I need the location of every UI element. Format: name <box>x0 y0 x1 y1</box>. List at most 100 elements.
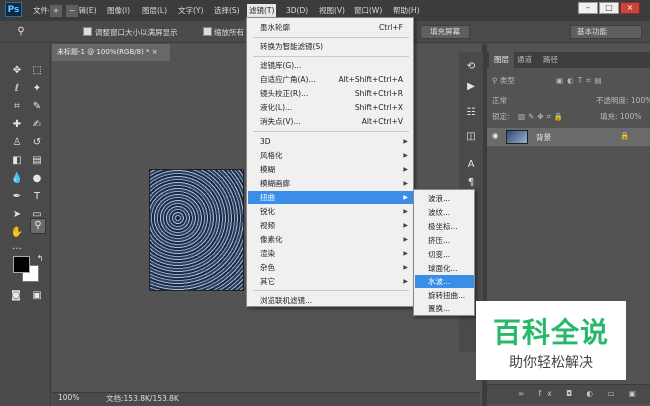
lock-icons[interactable]: ▨✎✥⌗🔒 <box>518 110 566 123</box>
gradient-icon[interactable]: ▤ <box>30 154 44 168</box>
filter-menu: 墨水轮廓 Ctrl+F 转换为智能滤镜(S) 滤镜库(G)... 自适应广角(A)… <box>246 17 414 307</box>
lasso-tool-icon[interactable]: ℓ <box>10 82 24 96</box>
menu-item-adaptive-wide-angle[interactable]: 自适应广角(A)... Alt+Shift+Ctrl+A <box>248 73 413 86</box>
menu-select[interactable]: 选择(S) <box>212 4 242 17</box>
quick-mask-icon[interactable]: ◙ <box>9 289 23 303</box>
layer-filter-icons[interactable]: ▣◐T⌗▤ <box>556 74 606 87</box>
canvas-image[interactable] <box>149 169 244 291</box>
menu-help[interactable]: 帮助(H) <box>391 4 422 17</box>
menu-item-convert-smart-filter[interactable]: 转换为智能滤镜(S) <box>248 40 413 53</box>
more-tools-icon[interactable]: … <box>10 240 24 254</box>
close-window-button[interactable]: × <box>620 2 640 14</box>
tab-paths[interactable]: 路径 <box>538 52 563 68</box>
pen-tool-icon[interactable]: ✒ <box>10 190 24 204</box>
menu-item-pixelate[interactable]: 像素化 ▶ <box>248 233 413 246</box>
character-panel-icon[interactable]: A <box>464 158 478 172</box>
foreground-color-swatch-front[interactable] <box>13 256 30 273</box>
fill-screen-button[interactable]: 填充屏幕 <box>420 25 470 39</box>
menu-item-video[interactable]: 视频 ▶ <box>248 219 413 232</box>
tab-layers[interactable]: 图层 <box>489 52 514 68</box>
blend-mode-select[interactable]: 正常 <box>492 94 507 107</box>
menu-item-liquify[interactable]: 液化(L)... Shift+Ctrl+X <box>248 101 413 114</box>
adjustments-icon[interactable]: ◫ <box>464 130 478 144</box>
submenu-item-twirl[interactable]: 旋转扭曲... <box>415 289 474 302</box>
maximize-button[interactable]: □ <box>599 2 619 14</box>
resize-windows-checkbox[interactable] <box>83 27 92 36</box>
clone-stamp-icon[interactable]: ♙ <box>10 136 24 150</box>
layer-actions-icons[interactable]: ∞ fx ◘ ◐ ▭ ▣ 🗑 <box>518 389 650 398</box>
fill-field[interactable]: 填充: 100% <box>600 110 641 123</box>
resize-windows-label: 调整窗口大小以满屏显示 <box>95 28 178 37</box>
properties-icon[interactable]: ☷ <box>464 106 478 120</box>
submenu-item-pinch[interactable]: 挤压... <box>415 234 474 247</box>
menu-item-distort[interactable]: 扭曲 ▶ <box>248 191 413 204</box>
menu-item-blur[interactable]: 模糊 ▶ <box>248 163 413 176</box>
submenu-item-spherize[interactable]: 球面化... <box>415 262 474 275</box>
zoom-in-icon[interactable]: + <box>49 4 63 18</box>
distort-submenu: 波浪... 波纹... 极坐标... 挤压... 切变... 球面化... 水波… <box>413 189 475 316</box>
dodge-tool-icon[interactable]: ● <box>30 172 44 186</box>
lock-label: 锁定: <box>492 112 510 121</box>
zoom-out-icon[interactable]: − <box>65 4 79 18</box>
history-panel-icon[interactable]: ⟲ <box>464 60 478 74</box>
screen-mode-icon[interactable]: ▣ <box>30 289 44 303</box>
submenu-item-ripple[interactable]: 波纹... <box>415 206 474 219</box>
magic-wand-icon[interactable]: ✦ <box>30 82 44 96</box>
menu-item-noise[interactable]: 杂色 ▶ <box>248 261 413 274</box>
menu-window[interactable]: 窗口(W) <box>352 4 384 17</box>
menu-item-vanishing-point[interactable]: 消失点(V)... Alt+Ctrl+V <box>248 115 413 128</box>
tab-channels[interactable]: 通道 <box>512 52 537 68</box>
swap-colors-icon[interactable]: ↰ <box>33 252 47 266</box>
menu-item-3d[interactable]: 3D ▶ <box>248 135 413 148</box>
submenu-item-displace[interactable]: 置换... <box>415 302 474 315</box>
menu-view[interactable]: 视图(V) <box>317 4 347 17</box>
crop-tool-icon[interactable]: ⌗ <box>10 100 24 114</box>
menu-3d[interactable]: 3D(D) <box>284 4 310 17</box>
blur-tool-icon[interactable]: 💧 <box>10 172 24 186</box>
healing-brush-icon[interactable]: ✚ <box>10 118 24 132</box>
zoom-all-checkbox[interactable] <box>203 27 212 36</box>
submenu-item-wave[interactable]: 波浪... <box>415 192 474 205</box>
document-info[interactable]: 文档:153.8K/153.8K <box>106 393 179 404</box>
menu-item-blur-gallery[interactable]: 模糊画廊 ▶ <box>248 177 413 190</box>
actions-play-icon[interactable]: ▶ <box>464 80 478 94</box>
workspace-select[interactable]: 基本功能 <box>570 25 642 39</box>
move-tool-icon[interactable]: ✥ <box>10 64 24 78</box>
submenu-item-shear[interactable]: 切变... <box>415 248 474 261</box>
eyedropper-icon[interactable]: ✎ <box>30 100 44 114</box>
marquee-tool-icon[interactable]: ⬚ <box>30 64 44 78</box>
visibility-eye-icon[interactable]: ◉ <box>492 131 499 140</box>
brush-tool-icon[interactable]: ✍ <box>30 118 44 132</box>
menu-item-sharpen[interactable]: 锐化 ▶ <box>248 205 413 218</box>
layer-kind-label: 类型 <box>499 76 515 85</box>
menu-filter[interactable]: 滤镜(T) <box>247 4 277 17</box>
layer-kind-filter[interactable]: ⚲ 类型 <box>492 74 515 87</box>
eraser-icon[interactable]: ◧ <box>10 154 24 168</box>
watermark-title: 百科全说 <box>492 316 609 349</box>
menu-type[interactable]: 文字(Y) <box>176 4 205 17</box>
menu-image[interactable]: 图像(I) <box>105 4 132 17</box>
menu-item-render[interactable]: 渲染 ▶ <box>248 247 413 260</box>
menu-item-ink-outline[interactable]: 墨水轮廓 Ctrl+F <box>248 21 413 34</box>
hand-tool-icon[interactable]: ✋ <box>10 226 24 240</box>
submenu-item-zigzag[interactable]: 水波... <box>415 275 474 288</box>
layer-name[interactable]: 背景 <box>536 132 551 143</box>
zoom-tool-active-icon[interactable]: ⚲ <box>30 218 46 234</box>
menu-item-browse-online-filters[interactable]: 浏览联机滤镜... <box>248 294 413 307</box>
menu-layer[interactable]: 图层(L) <box>140 4 169 17</box>
zoom-level[interactable]: 100% <box>58 393 79 402</box>
paragraph-panel-icon[interactable]: ¶ <box>464 176 478 190</box>
opacity-field[interactable]: 不透明度: 100% <box>596 94 650 107</box>
menu-item-stylize[interactable]: 风格化 ▶ <box>248 149 413 162</box>
document-tab[interactable]: 未标题-1 @ 100%(RGB/8) * × <box>52 44 170 61</box>
menu-item-other[interactable]: 其它 ▶ <box>248 275 413 288</box>
text-tool-icon[interactable]: T <box>30 190 44 204</box>
minimize-button[interactable]: – <box>578 2 598 14</box>
menu-item-filter-gallery[interactable]: 滤镜库(G)... <box>248 59 413 72</box>
layer-thumbnail <box>506 130 528 144</box>
menu-item-lens-correction[interactable]: 镜头校正(R)... Shift+Ctrl+R <box>248 87 413 100</box>
path-select-icon[interactable]: ➤ <box>10 208 24 222</box>
submenu-item-polar-coordinates[interactable]: 极坐标... <box>415 220 474 233</box>
zoom-tool-icon[interactable]: ⚲ <box>14 25 28 39</box>
history-brush-icon[interactable]: ↺ <box>30 136 44 150</box>
